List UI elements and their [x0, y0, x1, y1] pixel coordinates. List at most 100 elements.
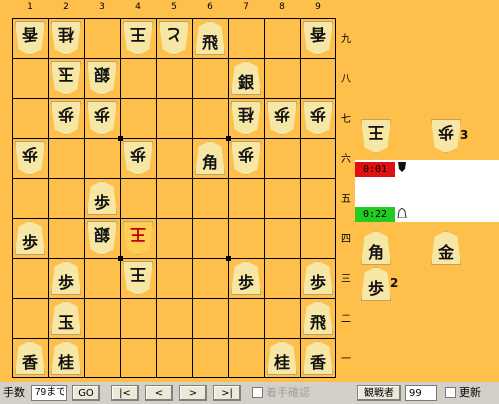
- gote-piece[interactable]: 銀: [86, 220, 118, 256]
- piece-label: 銀: [93, 64, 110, 84]
- piece-label: 歩: [309, 272, 326, 292]
- piece-label: 歩: [21, 232, 38, 252]
- grid-line: [156, 19, 157, 377]
- prev-move-button[interactable]: <: [145, 385, 173, 401]
- piece-label: 桂: [57, 24, 74, 44]
- sente-piece[interactable]: 飛: [302, 300, 334, 336]
- gote-piece[interactable]: 玉: [50, 60, 82, 96]
- gote-piece[interactable]: 香: [14, 20, 46, 56]
- piece-label: 玉: [57, 64, 74, 84]
- piece-shape: 王: [123, 221, 153, 255]
- piece-shape: 歩: [231, 261, 261, 295]
- go-button[interactable]: GO: [72, 385, 100, 401]
- piece-label: 王: [367, 122, 384, 142]
- sente-hand-piece[interactable]: 歩: [360, 266, 392, 302]
- gote-piece[interactable]: 王: [122, 20, 154, 56]
- piece-label: 銀: [93, 224, 110, 244]
- piece-shape: 桂: [267, 341, 297, 375]
- gote-piece[interactable]: 香: [302, 20, 334, 56]
- gote-hand-piece[interactable]: 王: [360, 118, 392, 154]
- spectators-button[interactable]: 観戦者: [357, 385, 401, 401]
- column-number: 6: [207, 2, 213, 12]
- sente-piece[interactable]: 歩: [50, 260, 82, 296]
- piece-shape: 歩: [303, 101, 333, 135]
- piece-shape: 桂: [231, 101, 261, 135]
- grid-line: [228, 19, 229, 377]
- piece-shape: 銀: [87, 61, 117, 95]
- sente-piece[interactable]: 角: [194, 140, 226, 176]
- piece-label: 歩: [237, 144, 254, 164]
- column-number: 2: [63, 2, 69, 12]
- sente-piece[interactable]: 飛: [194, 20, 226, 56]
- piece-shape: 歩: [303, 261, 333, 295]
- last-move-button[interactable]: >|: [213, 385, 241, 401]
- gote-hand-piece[interactable]: 歩: [430, 118, 462, 154]
- sente-piece[interactable]: 桂: [50, 340, 82, 376]
- grid-line: [120, 19, 121, 377]
- sente-piece[interactable]: 桂: [266, 340, 298, 376]
- piece-shape: 歩: [15, 221, 45, 255]
- gote-piece[interactable]: 桂: [50, 20, 82, 56]
- column-number: 5: [171, 2, 177, 12]
- gote-piece[interactable]: 歩: [302, 100, 334, 136]
- row-number: 四: [341, 234, 351, 245]
- piece-label: 香: [21, 352, 38, 372]
- piece-label: 桂: [237, 104, 254, 124]
- piece-label: 金: [437, 242, 454, 262]
- first-move-button[interactable]: |<: [111, 385, 139, 401]
- piece-shape: 王: [361, 119, 391, 153]
- row-number: 六: [341, 154, 351, 165]
- piece-label: 王: [129, 224, 146, 244]
- gote-piece[interactable]: 桂: [230, 100, 262, 136]
- next-move-button[interactable]: >: [179, 385, 207, 401]
- sente-piece[interactable]: 玉: [50, 300, 82, 336]
- grid-line: [264, 19, 265, 377]
- column-number: 8: [279, 2, 285, 12]
- hand-count: 2: [390, 276, 399, 290]
- piece-label: 歩: [57, 272, 74, 292]
- gote-piece[interactable]: 王: [122, 220, 154, 256]
- gote-piece[interactable]: 歩: [86, 100, 118, 136]
- piece-label: 玉: [57, 312, 74, 332]
- piece-shape: 飛: [303, 301, 333, 335]
- confirm-move-label: 着手確認: [266, 386, 310, 399]
- move-count-label: 手数: [3, 386, 25, 399]
- grid-line: [13, 98, 335, 99]
- piece-shape: 香: [303, 341, 333, 375]
- piece-label: 歩: [367, 278, 384, 298]
- sente-hand-piece[interactable]: 金: [430, 230, 462, 266]
- row-number: 八: [341, 74, 351, 85]
- piece-label: 歩: [93, 104, 110, 124]
- refresh-checkbox[interactable]: [445, 387, 456, 398]
- spectators-count: 99: [405, 385, 437, 401]
- sente-piece[interactable]: 香: [14, 340, 46, 376]
- piece-label: 香: [21, 24, 38, 44]
- gote-piece[interactable]: 銀: [86, 60, 118, 96]
- gote-piece[interactable]: 王: [122, 260, 154, 296]
- piece-shape: 歩: [15, 141, 45, 175]
- piece-label: 王: [129, 24, 146, 44]
- sente-piece[interactable]: 歩: [86, 180, 118, 216]
- piece-shape: 飛: [195, 21, 225, 55]
- piece-shape: 銀: [87, 221, 117, 255]
- piece-shape: 角: [195, 141, 225, 175]
- gote-piece[interactable]: 歩: [230, 140, 262, 176]
- piece-label: 歩: [309, 104, 326, 124]
- gote-piece[interactable]: 歩: [122, 140, 154, 176]
- sente-piece[interactable]: 香: [302, 340, 334, 376]
- gote-piece[interactable]: 歩: [50, 100, 82, 136]
- piece-shape: 桂: [51, 341, 81, 375]
- piece-shape: 角: [361, 231, 391, 265]
- confirm-move-checkbox[interactable]: [252, 387, 263, 398]
- sente-piece[interactable]: 歩: [230, 260, 262, 296]
- sente-piece[interactable]: 銀: [230, 60, 262, 96]
- gote-piece[interactable]: と: [158, 20, 190, 56]
- move-count-field[interactable]: [31, 385, 67, 401]
- gote-piece[interactable]: 歩: [14, 140, 46, 176]
- grid-line: [192, 19, 193, 377]
- piece-label: 桂: [57, 352, 74, 372]
- sente-hand-piece[interactable]: 角: [360, 230, 392, 266]
- sente-piece[interactable]: 歩: [14, 220, 46, 256]
- sente-piece[interactable]: 歩: [302, 260, 334, 296]
- gote-piece[interactable]: 歩: [266, 100, 298, 136]
